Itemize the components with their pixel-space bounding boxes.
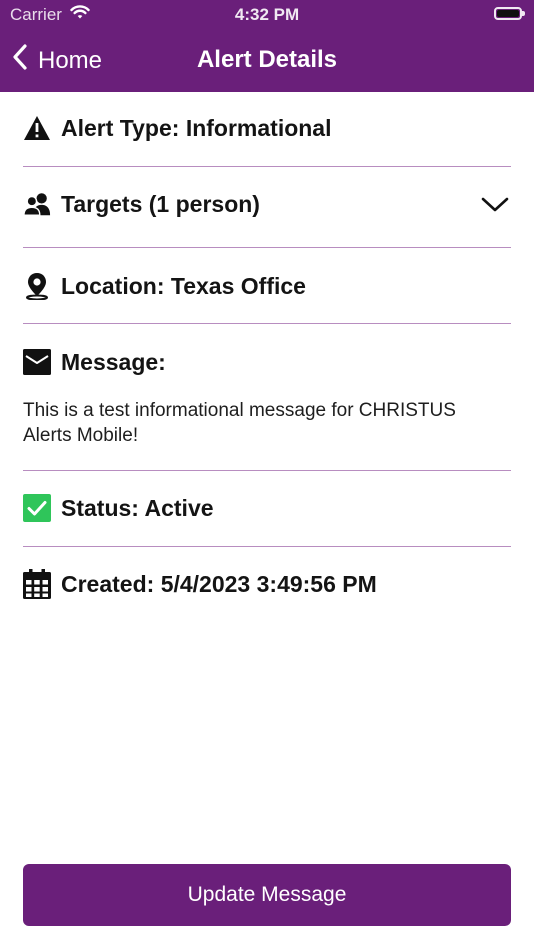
checkbox-checked-icon [23,494,51,522]
warning-icon [23,114,51,142]
header: Carrier 4:32 PM Home Alert Details [0,0,534,92]
alert-type-row: Alert Type: Informational [23,92,511,167]
alert-details-list: Alert Type: Informational Targets (1 per… [23,92,511,599]
status-row: Status: Active [23,471,511,547]
location-label: Location: Texas Office [61,272,306,299]
message-row: Message: This is a test informational me… [23,324,511,471]
status-label: Status: Active [61,494,214,521]
targets-label: Targets (1 person) [61,190,260,217]
status-bar: Carrier 4:32 PM [0,0,534,30]
location-row: Location: Texas Office [23,248,511,324]
envelope-icon [23,348,51,376]
alert-type-label: Alert Type: Informational [61,114,332,141]
calendar-icon [23,569,51,599]
targets-row[interactable]: Targets (1 person) [23,167,511,248]
navigation-bar: Home Alert Details [0,30,534,92]
message-label: Message: [61,348,166,375]
message-text: This is a test informational message for… [23,400,456,446]
battery-icon [494,7,525,20]
chevron-down-icon[interactable] [481,197,509,218]
status-time: 4:32 PM [234,5,300,24]
page-title: Alert Details [196,46,338,73]
created-row: Created: 5/4/2023 3:49:56 PM [23,547,511,599]
alert-details-screen: Carrier 4:32 PM Home Alert Details Alert… [0,0,534,950]
created-label: Created: 5/4/2023 3:49:56 PM [61,570,377,597]
location-pin-icon [23,272,51,300]
people-icon [23,190,51,218]
update-message-button[interactable]: Update Message [23,864,511,926]
